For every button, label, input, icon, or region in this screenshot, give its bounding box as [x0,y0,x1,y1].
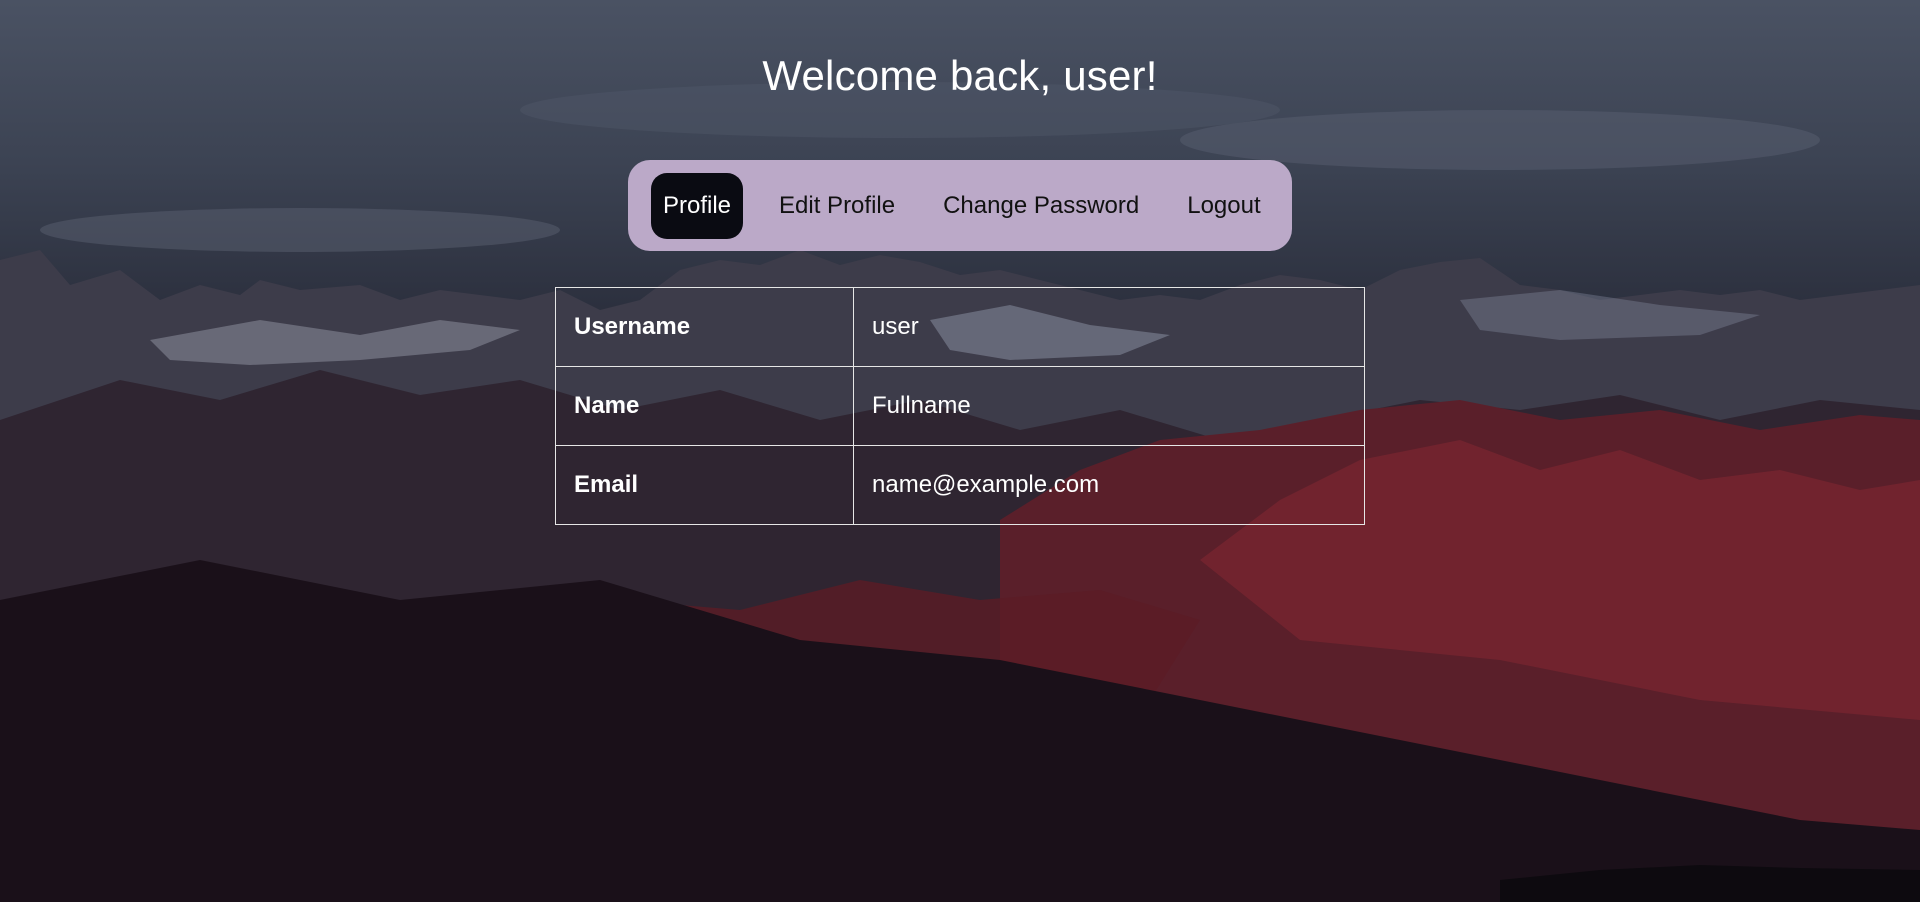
profile-nav-bar: Profile Edit Profile Change Password Log… [628,160,1292,251]
name-value: Fullname [853,366,1365,446]
table-row-name: Name Fullname [555,366,1365,446]
email-value: name@example.com [853,445,1365,525]
profile-page: Welcome back, user! Profile Edit Profile… [0,0,1920,902]
nav-tab-edit-profile[interactable]: Edit Profile [767,173,907,239]
nav-tab-change-password[interactable]: Change Password [931,173,1151,239]
username-label: Username [555,287,854,367]
name-label: Name [555,366,854,446]
profile-info-table: Username user Name Fullname Email name@e… [555,287,1365,525]
table-row-email: Email name@example.com [555,445,1365,525]
welcome-heading: Welcome back, user! [762,52,1158,99]
nav-tab-profile[interactable]: Profile [651,172,744,239]
table-row-username: Username user [555,287,1365,367]
email-label: Email [555,445,854,525]
nav-tab-logout[interactable]: Logout [1175,173,1272,239]
username-value: user [853,287,1365,367]
